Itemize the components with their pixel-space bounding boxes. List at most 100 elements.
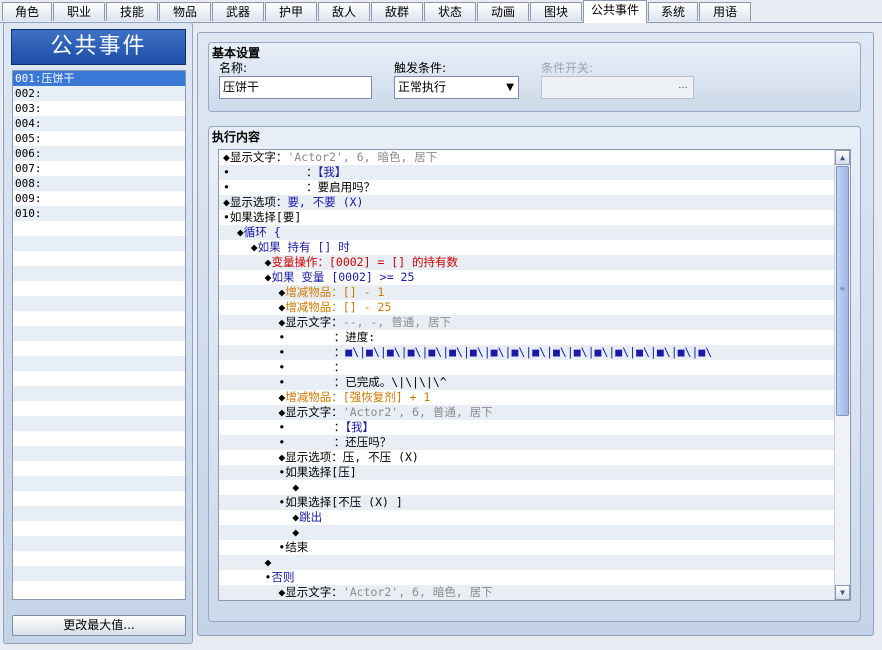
scroll-thumb[interactable]: ≡ xyxy=(836,166,849,416)
tab-5[interactable]: 护甲 xyxy=(265,2,317,21)
tab-4[interactable]: 武器 xyxy=(212,2,264,21)
tab-3[interactable]: 物品 xyxy=(159,2,211,21)
command-line[interactable]: •如果选择[压] xyxy=(219,465,839,480)
command-text: ◆ xyxy=(223,270,272,284)
tab-11[interactable]: 公共事件 xyxy=(583,0,647,23)
command-line[interactable]: • ：【我】 xyxy=(219,420,839,435)
command-line[interactable]: ◆显示文字：'Actor2', 6, 普通, 居下 xyxy=(219,405,839,420)
tab-0[interactable]: 角色 xyxy=(2,2,52,21)
command-line[interactable]: ◆增减物品：[] - 25 xyxy=(219,300,839,315)
list-item[interactable] xyxy=(13,386,185,401)
vertical-scrollbar[interactable]: ▲ ≡ ▼ xyxy=(834,150,850,600)
command-line[interactable]: • ：进度: xyxy=(219,330,839,345)
scroll-up-icon[interactable]: ▲ xyxy=(835,150,850,165)
command-line[interactable]: ◆显示文字：'Actor2', 6, 暗色, 居下 xyxy=(219,150,839,165)
switch-field[interactable]: ... xyxy=(541,76,694,99)
tab-1[interactable]: 职业 xyxy=(53,2,105,21)
command-text: 跳出 xyxy=(299,510,323,524)
tab-6[interactable]: 敌人 xyxy=(318,2,370,21)
command-line[interactable]: ◆如果 持有 [] 时 xyxy=(219,240,839,255)
command-line[interactable]: ◆ xyxy=(219,480,839,495)
list-item[interactable] xyxy=(13,521,185,536)
tab-8[interactable]: 状态 xyxy=(424,2,476,21)
tab-12[interactable]: 系统 xyxy=(648,2,698,21)
command-text: --, -, 普通, 居下 xyxy=(342,315,452,329)
command-text: 'Actor2', 6, 暗色, 居下 xyxy=(342,585,493,599)
change-max-button[interactable]: 更改最大值... xyxy=(12,615,186,636)
list-item[interactable] xyxy=(13,296,185,311)
list-item[interactable] xyxy=(13,281,185,296)
list-item[interactable]: 010: xyxy=(13,206,185,221)
command-line[interactable]: • ：【我】 xyxy=(219,165,839,180)
list-item[interactable] xyxy=(13,461,185,476)
command-text: •结束 xyxy=(223,540,309,554)
list-item[interactable] xyxy=(13,401,185,416)
command-line[interactable]: ◆跳出 xyxy=(219,510,839,525)
list-item[interactable] xyxy=(13,341,185,356)
list-item[interactable] xyxy=(13,446,185,461)
command-line[interactable]: ◆显示文字：'Actor2', 6, 暗色, 居下 xyxy=(219,585,839,600)
list-item[interactable]: 001:压饼干 xyxy=(13,71,185,86)
tab-7[interactable]: 敌群 xyxy=(371,2,423,21)
trigger-value: 正常执行 xyxy=(398,80,447,94)
command-line[interactable]: • ： xyxy=(219,360,839,375)
command-line[interactable]: •否则 xyxy=(219,570,839,585)
list-item[interactable]: 009: xyxy=(13,191,185,206)
list-item[interactable] xyxy=(13,536,185,551)
list-item[interactable] xyxy=(13,566,185,581)
list-item[interactable] xyxy=(13,476,185,491)
scroll-down-icon[interactable]: ▼ xyxy=(835,585,850,600)
command-line[interactable]: ◆显示选项：压, 不压 (X) xyxy=(219,450,839,465)
event-list[interactable]: 001:压饼干 002: 003: 004: 005: 006: 007: 008: 009: 0… xyxy=(12,70,186,600)
list-item[interactable]: 004: xyxy=(13,116,185,131)
command-line[interactable]: •如果选择[不压 (X) ] xyxy=(219,495,839,510)
command-line[interactable]: ◆变量操作：[0002] = [] 的持有数 xyxy=(219,255,839,270)
command-list[interactable]: ◆显示文字：'Actor2', 6, 暗色, 居下 • ：【我】 • ：要启用吗？ ◆… xyxy=(218,149,851,601)
tab-2[interactable]: 技能 xyxy=(106,2,158,21)
list-item[interactable]: 008: xyxy=(13,176,185,191)
list-item[interactable]: 007: xyxy=(13,161,185,176)
list-item[interactable]: 006: xyxy=(13,146,185,161)
list-item[interactable] xyxy=(13,266,185,281)
command-line[interactable]: ◆循环 { xyxy=(219,225,839,240)
list-item[interactable] xyxy=(13,506,185,521)
command-line[interactable]: ◆显示文字：--, -, 普通, 居下 xyxy=(219,315,839,330)
list-item[interactable] xyxy=(13,581,185,596)
command-line[interactable]: ◆如果 变量 [0002] >= 25 xyxy=(219,270,839,285)
tab-10[interactable]: 图块 xyxy=(530,2,582,21)
tab-13[interactable]: 用语 xyxy=(699,2,751,21)
command-line[interactable]: • ：要启用吗？ xyxy=(219,180,839,195)
list-item[interactable] xyxy=(13,416,185,431)
command-line[interactable]: ◆增减物品：[强恢复剂] + 1 xyxy=(219,390,839,405)
list-item[interactable]: 003: xyxy=(13,101,185,116)
tab-9[interactable]: 动画 xyxy=(477,2,529,21)
command-line[interactable]: • ：已完成。\|\|\|\^ xyxy=(219,375,839,390)
command-line[interactable]: ◆显示选项：要, 不要 (X) xyxy=(219,195,839,210)
command-line[interactable]: • ：■\|■\|■\|■\|■\|■\|■\|■\|■\|■\|■\|■\|■… xyxy=(219,345,839,360)
list-item[interactable] xyxy=(13,251,185,266)
switch-browse-button[interactable]: ... xyxy=(675,78,691,96)
list-item[interactable] xyxy=(13,356,185,371)
command-line[interactable]: ◆ xyxy=(219,555,839,570)
command-text: • ：还压吗？ xyxy=(223,435,392,449)
list-item[interactable] xyxy=(13,221,185,236)
trigger-select[interactable]: 正常执行 ▼ xyxy=(394,76,519,99)
list-item[interactable] xyxy=(13,551,185,566)
list-item[interactable] xyxy=(13,326,185,341)
command-text: • ： xyxy=(223,165,318,179)
command-line[interactable]: ◆ xyxy=(219,525,839,540)
command-line[interactable]: • ：还压吗？ xyxy=(219,435,839,450)
list-item[interactable] xyxy=(13,311,185,326)
command-text: ◆ xyxy=(223,300,286,314)
list-item[interactable] xyxy=(13,371,185,386)
list-item[interactable] xyxy=(13,431,185,446)
list-item[interactable]: 002: xyxy=(13,86,185,101)
list-item[interactable] xyxy=(13,491,185,506)
list-item[interactable]: 005: xyxy=(13,131,185,146)
list-item[interactable] xyxy=(13,236,185,251)
command-line[interactable]: •如果选择[要] xyxy=(219,210,839,225)
command-line[interactable]: ◆增减物品：[] - 1 xyxy=(219,285,839,300)
command-line[interactable]: •结束 xyxy=(219,540,839,555)
command-text: 增减物品：[] - 1 xyxy=(285,285,385,299)
name-input[interactable]: 压饼干 xyxy=(219,76,372,99)
